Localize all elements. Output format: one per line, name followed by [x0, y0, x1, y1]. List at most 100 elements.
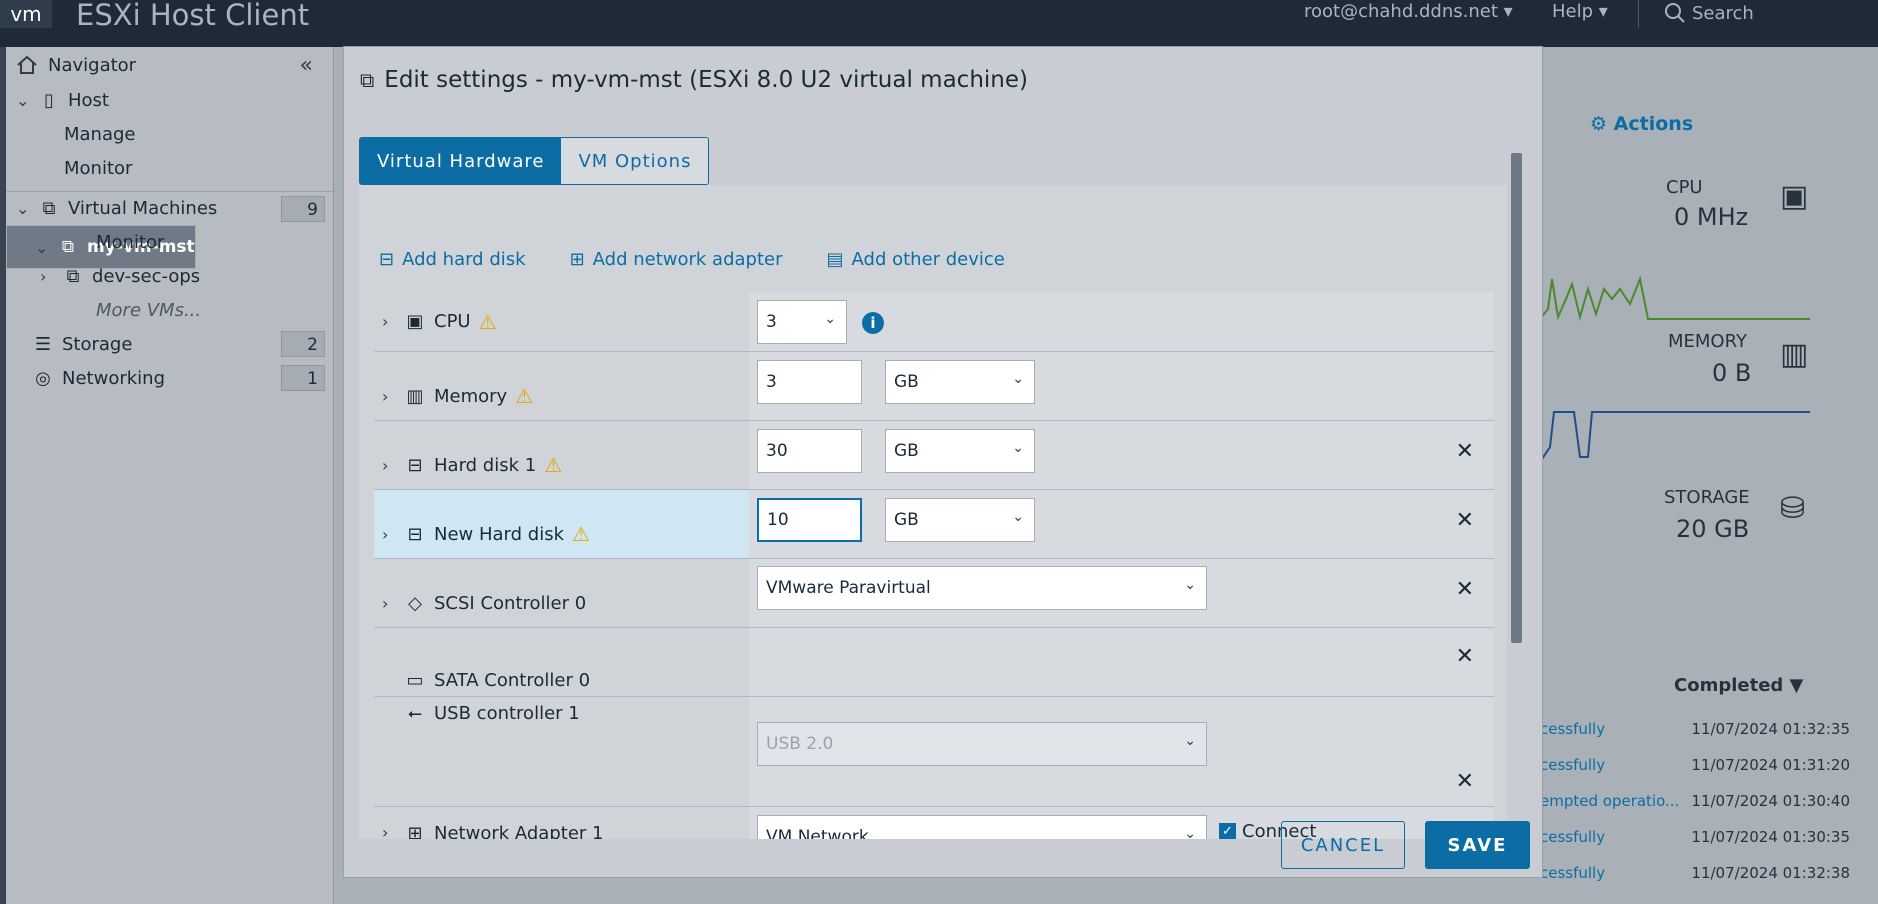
scsi-type-select[interactable]: VMware Paravirtual ⌄	[757, 566, 1207, 610]
nav-monitor-label: Monitor	[64, 157, 133, 179]
search-button[interactable]: Search	[1664, 2, 1754, 24]
collapse-icon[interactable]: «	[300, 53, 313, 78]
task-row[interactable]: cessfully 11/07/2024 01:32:35	[1540, 711, 1870, 747]
nav-vms-label: Virtual Machines	[68, 198, 218, 219]
usb-type-value: USB 2.0	[766, 734, 834, 754]
task-time: 11/07/2024 01:30:40	[1691, 792, 1850, 810]
chevron-down-icon: ⌄	[1184, 577, 1196, 593]
scsi-type-value: VMware Paravirtual	[766, 578, 931, 598]
network-select[interactable]: VM Network ⌄	[757, 815, 1207, 839]
cpu-value: 0 MHz	[1674, 203, 1749, 231]
scrollbar-thumb[interactable]	[1511, 153, 1522, 643]
network-adapter-label-cell[interactable]: › ⊞ Network Adapter 1	[374, 807, 749, 839]
add-network-adapter-button[interactable]: ⊞ Add network adapter	[570, 249, 783, 270]
tab-vm-options[interactable]: VM Options	[561, 138, 709, 184]
task-time: 11/07/2024 01:31:20	[1691, 756, 1850, 774]
chevron-down-icon: ▾	[1598, 1, 1608, 22]
new-hard-disk-value-cell: 10 GB ⌄ ✕	[749, 490, 1494, 558]
nav-vm2-label: dev-sec-ops	[92, 265, 201, 287]
storage-value: 20 GB	[1676, 515, 1750, 543]
add-other-device-button[interactable]: ▤ Add other device	[827, 249, 1005, 270]
new-hard-disk-unit-select[interactable]: GB ⌄	[885, 498, 1035, 542]
task-row[interactable]: cessfully 11/07/2024 01:31:20	[1540, 747, 1870, 783]
task-row[interactable]: cessfully 11/07/2024 01:30:35	[1540, 819, 1870, 855]
hard-disk-1-unit-select[interactable]: GB ⌄	[885, 429, 1035, 473]
memory-size-input[interactable]: 3	[757, 360, 862, 404]
cpu-label-cell[interactable]: › ▣ CPU ⚠	[374, 292, 749, 351]
scsi-label-cell[interactable]: › ◇ SCSI Controller 0	[374, 559, 749, 627]
cpu-sparkline	[1540, 275, 1810, 321]
app-title: ESXi Host Client	[76, 0, 310, 32]
help-menu[interactable]: Help ▾	[1552, 1, 1608, 22]
hardware-grid: › ▣ CPU ⚠ 3 ⌄ i › ▥ Memory ⚠ 3 GB ⌄ › ⊟ Hard disk …	[374, 292, 1494, 839]
remove-new-hard-disk-icon[interactable]: ✕	[1456, 508, 1474, 533]
hardware-row-sata-controller: ▭ SATA Controller 0 ✕	[374, 628, 1494, 697]
hard-disk-1-size-input[interactable]: 30	[757, 429, 862, 473]
add-hard-disk-button[interactable]: ⊟ Add hard disk	[379, 249, 526, 270]
remove-scsi-icon[interactable]: ✕	[1456, 577, 1474, 602]
top-bar: vm ESXi Host Client root@chahd.ddns.net …	[0, 0, 1878, 47]
hardware-row-hard-disk-1: › ⊟ Hard disk 1 ⚠ 30 GB ⌄ ✕	[374, 421, 1494, 490]
hardware-row-cpu: › ▣ CPU ⚠ 3 ⌄ i	[374, 292, 1494, 352]
nav-storage-label: Storage	[62, 333, 133, 355]
completed-column-header[interactable]: Completed ▼	[1674, 675, 1803, 696]
save-button[interactable]: SAVE	[1425, 821, 1530, 869]
nav-virtual-machines[interactable]: ⌄ ⧉ Virtual Machines 9	[6, 191, 333, 225]
warning-icon: ⚠	[478, 309, 497, 334]
chevron-right-icon: ›	[382, 593, 389, 613]
vmware-logo: vm	[0, 0, 52, 28]
remove-sata-icon[interactable]: ✕	[1456, 644, 1474, 669]
memory-label-cell[interactable]: › ▥ Memory ⚠	[374, 352, 749, 420]
remove-usb-icon[interactable]: ✕	[1456, 769, 1474, 794]
new-hard-disk-size-input[interactable]: 10	[757, 498, 862, 542]
nav-host-monitor[interactable]: Monitor	[6, 151, 333, 185]
cpu-label: CPU	[1666, 177, 1703, 198]
usb-label: USB controller 1	[434, 703, 580, 724]
cancel-button[interactable]: CANCEL	[1281, 821, 1405, 869]
vm-icon: ⧉	[42, 198, 56, 219]
actions-label: Actions	[1613, 113, 1694, 135]
chevron-down-icon: ⌄	[16, 199, 30, 218]
actions-button[interactable]: ⚙ Actions	[1590, 113, 1693, 135]
add-device-toolbar: ⊟ Add hard disk ⊞ Add network adapter ▤ Add…	[379, 249, 1005, 270]
new-hard-disk-label-cell[interactable]: › ⊟ New Hard disk ⚠	[374, 490, 749, 558]
cpu-count-select[interactable]: 3 ⌄	[757, 300, 847, 344]
nav-host-manage[interactable]: Manage	[6, 117, 333, 151]
usb-value-cell: USB 2.0 ⌄ ✕	[749, 697, 1494, 806]
nav-host[interactable]: ⌄ ▯ Host	[6, 83, 333, 117]
task-result: cessfully	[1540, 756, 1606, 774]
warning-icon: ⚠	[515, 384, 534, 408]
navigator-panel: Navigator « ⌄ ▯ Host Manage Monitor ⌄ ⧉ Virt…	[6, 47, 334, 904]
task-result: cessfully	[1540, 864, 1606, 882]
help-label: Help	[1552, 1, 1594, 22]
hardware-row-usb-controller: ⭠ USB controller 1 USB 2.0 ⌄ ✕	[374, 697, 1494, 807]
nav-storage[interactable]: ☰ Storage 2	[6, 327, 333, 361]
dialog-scrollbar[interactable]	[1511, 139, 1523, 837]
hardware-row-scsi-controller: › ◇ SCSI Controller 0 VMware Paravirtual ⌄ …	[374, 559, 1494, 628]
hard-disk-icon: ⊟	[407, 454, 423, 476]
sata-label-cell: ▭ SATA Controller 0	[374, 628, 749, 696]
chevron-down-icon: ⌄	[1012, 509, 1024, 525]
vm-icon: ⧉	[66, 265, 80, 287]
chevron-down-icon: ⌄	[1184, 733, 1196, 749]
nav-networking[interactable]: ◎ Networking 1	[6, 361, 333, 395]
info-icon[interactable]: i	[862, 312, 884, 334]
task-time: 11/07/2024 01:32:38	[1691, 864, 1850, 882]
nav-vm-dev-sec-ops[interactable]: › ⧉ dev-sec-ops	[6, 259, 333, 293]
nav-vm1-monitor[interactable]: Monitor	[6, 225, 333, 259]
home-icon	[17, 55, 37, 74]
chevron-right-icon: ›	[40, 266, 47, 286]
tab-virtual-hardware[interactable]: Virtual Hardware	[360, 138, 562, 184]
hard-disk-1-label-cell[interactable]: › ⊟ Hard disk 1 ⚠	[374, 421, 749, 489]
cpu-value-cell: 3 ⌄ i	[749, 292, 1494, 351]
add-other-device-label: Add other device	[851, 249, 1005, 270]
task-row[interactable]: empted operatio... 11/07/2024 01:30:40	[1540, 783, 1870, 819]
edit-settings-dialog: ⧉ Edit settings - my-vm-mst (ESXi 8.0 U2…	[343, 46, 1543, 878]
remove-hard-disk-1-icon[interactable]: ✕	[1456, 439, 1474, 464]
memory-unit-select[interactable]: GB ⌄	[885, 360, 1035, 404]
nav-more-vms[interactable]: More VMs...	[6, 293, 333, 327]
user-menu[interactable]: root@chahd.ddns.net ▾	[1304, 1, 1513, 22]
dialog-title-text: Edit settings - my-vm-mst (ESXi 8.0 U2 v…	[384, 67, 1028, 93]
task-row[interactable]: cessfully 11/07/2024 01:32:38	[1540, 855, 1870, 891]
vms-count-badge: 9	[281, 196, 325, 222]
